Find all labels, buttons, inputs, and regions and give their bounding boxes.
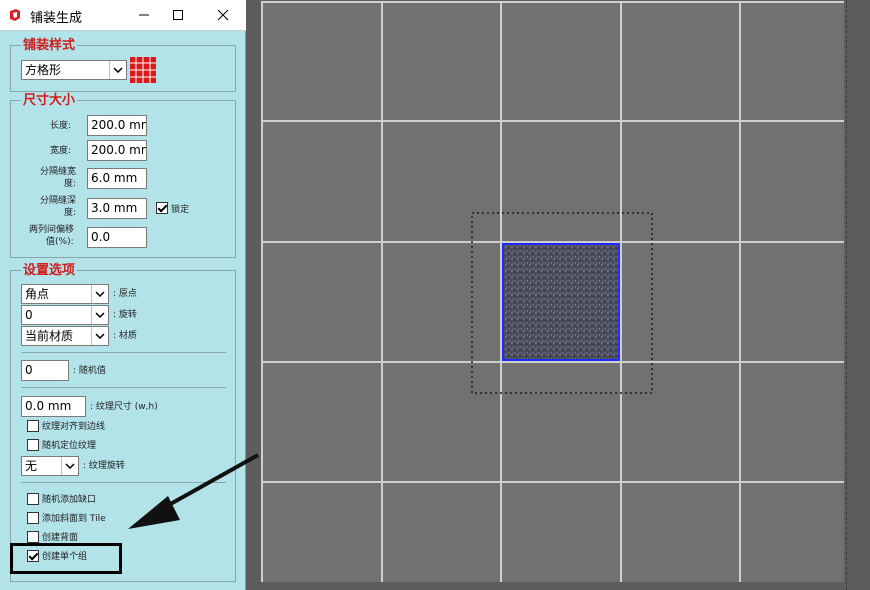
offset-input[interactable]: 0.0 bbox=[87, 227, 147, 248]
divider bbox=[21, 482, 226, 483]
random-gap-checkbox[interactable] bbox=[27, 493, 39, 505]
origin-label: : 原点 bbox=[113, 289, 137, 299]
length-label: 长度: bbox=[50, 121, 72, 131]
paving-dialog: 铺装生成 铺装样式 方格形 尺寸大小 长度: 200.0 mm 宽度: 200.… bbox=[0, 0, 246, 590]
divider bbox=[21, 387, 226, 388]
material-select-value: 当前材质 bbox=[25, 329, 74, 343]
title-bar: 铺装生成 bbox=[0, 0, 246, 31]
close-icon bbox=[217, 9, 229, 21]
minimize-icon bbox=[139, 14, 149, 16]
material-label: : 材质 bbox=[113, 331, 137, 341]
length-input[interactable]: 200.0 mm bbox=[87, 115, 147, 136]
style-group-title: 铺装样式 bbox=[21, 38, 78, 53]
gap-depth-label-1: 分隔缝深 bbox=[40, 196, 77, 206]
offset-label-1: 两列间偏移 bbox=[29, 225, 75, 235]
gap-depth-input[interactable]: 3.0 mm bbox=[87, 198, 147, 219]
random-gap-label: 随机添加缺口 bbox=[42, 495, 97, 505]
gap-width-input[interactable]: 6.0 mm bbox=[87, 168, 147, 189]
annotation-highlight-box bbox=[10, 543, 122, 574]
material-select[interactable]: 当前材质 bbox=[21, 326, 109, 346]
texture-rotation-select[interactable]: 无 bbox=[21, 456, 79, 476]
pattern-select-value: 方格形 bbox=[25, 63, 62, 77]
textured-tile[interactable] bbox=[502, 243, 620, 361]
lock-checkbox[interactable] bbox=[156, 202, 168, 214]
window-title: 铺装生成 bbox=[30, 11, 83, 26]
back-face-checkbox[interactable] bbox=[27, 531, 39, 543]
gap-depth-label-2: 度: bbox=[64, 208, 77, 218]
chevron-down-icon bbox=[91, 327, 108, 345]
texture-rotation-value: 无 bbox=[25, 459, 38, 473]
texture-size-input[interactable]: 0.0 mm bbox=[21, 396, 86, 417]
close-button[interactable] bbox=[210, 3, 236, 27]
random-texture-checkbox[interactable] bbox=[27, 439, 39, 451]
random-input[interactable]: 0 bbox=[21, 360, 69, 381]
size-group-title: 尺寸大小 bbox=[21, 93, 78, 108]
tile-grid bbox=[261, 1, 844, 582]
rotation-select-value: 0 bbox=[25, 308, 33, 322]
chevron-down-icon bbox=[109, 61, 126, 79]
align-texture-label: 纹理对齐到边线 bbox=[42, 422, 106, 432]
random-texture-label: 随机定位纹理 bbox=[42, 441, 97, 451]
sketchup-app-icon bbox=[10, 9, 20, 21]
origin-select[interactable]: 角点 bbox=[21, 284, 109, 304]
align-texture-checkbox[interactable] bbox=[27, 420, 39, 432]
viewport-edge-line bbox=[846, 0, 847, 590]
chevron-down-icon bbox=[91, 306, 108, 324]
lock-label: 锁定 bbox=[171, 205, 190, 215]
bevel-checkbox[interactable] bbox=[27, 512, 39, 524]
origin-select-value: 角点 bbox=[25, 287, 50, 301]
bevel-label: 添加斜面到 Tile bbox=[42, 514, 106, 524]
divider bbox=[21, 352, 226, 353]
texture-size-label: : 纹理尺寸 (w,h) bbox=[90, 402, 158, 412]
maximize-icon bbox=[173, 10, 183, 20]
chevron-down-icon bbox=[61, 457, 78, 475]
rotation-label: : 旋转 bbox=[113, 310, 137, 320]
gap-width-label-2: 度: bbox=[64, 179, 77, 189]
pattern-select[interactable]: 方格形 bbox=[21, 60, 127, 80]
minimize-button[interactable] bbox=[131, 3, 157, 27]
texture-rotation-label: : 纹理旋转 bbox=[83, 461, 125, 471]
pattern-preview-icon[interactable] bbox=[130, 57, 156, 83]
rotation-select[interactable]: 0 bbox=[21, 305, 109, 325]
model-viewport[interactable] bbox=[247, 0, 870, 590]
gap-width-label-1: 分隔缝宽 bbox=[40, 167, 77, 177]
width-label: 宽度: bbox=[50, 146, 72, 156]
options-group-title: 设置选项 bbox=[21, 263, 78, 278]
maximize-button[interactable] bbox=[165, 3, 191, 27]
chevron-down-icon bbox=[91, 285, 108, 303]
random-label: : 随机值 bbox=[73, 366, 106, 376]
width-input[interactable]: 200.0 mm bbox=[87, 140, 147, 161]
offset-label-2: 值(%): bbox=[46, 237, 74, 247]
